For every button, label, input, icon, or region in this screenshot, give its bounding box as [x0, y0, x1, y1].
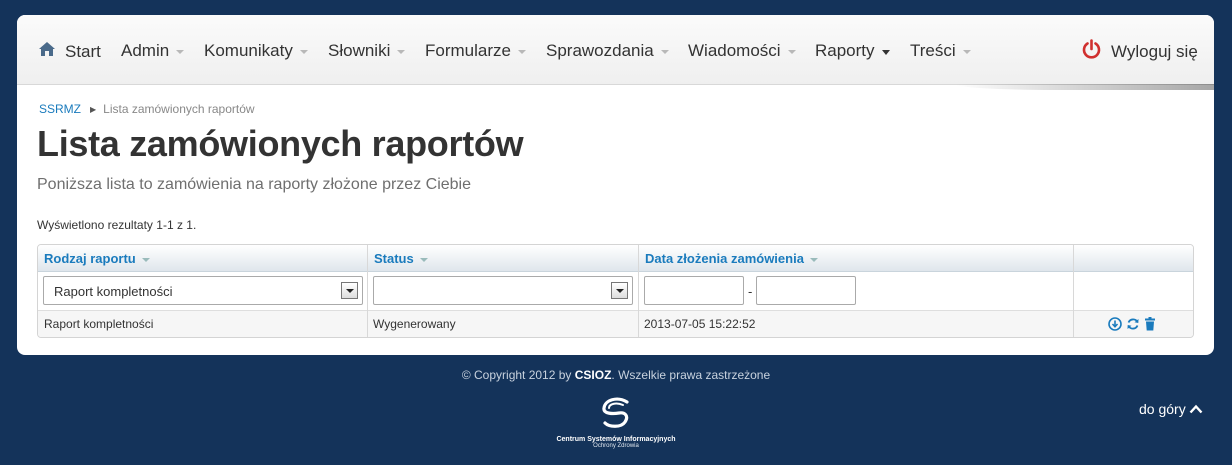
copyright-suffix: . Wszelkie prawa zastrzeżone [611, 368, 771, 382]
nav-item-start[interactable]: Start [38, 41, 101, 62]
refresh-icon[interactable] [1126, 317, 1140, 336]
chevron-down-icon [517, 50, 526, 54]
nav-item-label: Komunikaty [204, 41, 293, 60]
nav-item-raporty[interactable]: Raporty [815, 41, 890, 61]
nav-item-label: Formularze [425, 41, 511, 60]
column-header-label: Rodzaj raportu [44, 251, 136, 266]
nav-item-slowniki[interactable]: Słowniki [328, 41, 406, 61]
logout-button[interactable]: Wyloguj się [1081, 39, 1198, 65]
chevron-down-icon [787, 50, 796, 54]
nav-item-komunikaty[interactable]: Komunikaty [204, 41, 308, 61]
nav-item-label: Start [65, 41, 101, 61]
chevron-down-icon [660, 50, 669, 54]
back-to-top-label: do góry [1139, 401, 1186, 417]
trash-icon[interactable] [1144, 317, 1156, 336]
nav-item-label: Sprawozdania [546, 41, 654, 60]
table-row: Raport kompletności Wygenerowany 2013-07… [38, 311, 1193, 337]
status-filter-select[interactable] [373, 276, 633, 305]
cell-type: Raport kompletności [44, 317, 154, 331]
nav-item-wiadomosci[interactable]: Wiadomości [688, 41, 796, 61]
table-header: Rodzaj raportu Status Data złożenia zamó… [38, 245, 1193, 272]
footer-copyright: © Copyright 2012 by CSIOZ. Wszelkie praw… [0, 368, 1232, 382]
results-summary: Wyświetlono rezultaty 1-1 z 1. [37, 218, 197, 232]
content-panel: Start Admin Komunikaty Słowniki Formular… [17, 15, 1214, 355]
cell-status: Wygenerowany [373, 317, 456, 331]
breadcrumb-root-link[interactable]: SSRMZ [39, 102, 81, 116]
column-header-type[interactable]: Rodzaj raportu [44, 251, 150, 266]
navbar-shadow [954, 84, 1214, 90]
column-header-label: Data złożenia zamówienia [645, 251, 804, 266]
type-filter-select[interactable]: Raport kompletności [43, 276, 363, 305]
nav-item-label: Raporty [815, 41, 875, 60]
page-subtitle: Poniższa lista to zamówienia na raporty … [37, 176, 471, 193]
nav-item-tresci[interactable]: Treści [910, 41, 971, 61]
column-divider [367, 245, 368, 337]
nav-item-sprawozdania[interactable]: Sprawozdania [546, 41, 669, 61]
nav-item-label: Treści [910, 41, 956, 60]
back-to-top-link[interactable]: do góry [1139, 401, 1203, 417]
breadcrumb-separator-icon: ▶ [90, 104, 97, 114]
sort-icon [419, 257, 428, 262]
copyright-org: CSIOZ [574, 368, 612, 382]
navbar: Start Admin Komunikaty Słowniki Formular… [17, 15, 1214, 90]
page-title: Lista zamówionych raportów [37, 123, 524, 164]
breadcrumb: SSRMZ ▶ Lista zamówionych raportów [39, 102, 255, 116]
power-icon [1081, 39, 1102, 65]
dropdown-arrow-icon [341, 282, 358, 299]
column-header-status[interactable]: Status [374, 251, 428, 266]
chevron-down-icon [299, 50, 308, 54]
chevron-down-icon [176, 50, 185, 54]
chevron-down-icon [881, 49, 890, 55]
logo-line-2: Ochrony Zdrowia [593, 443, 639, 449]
nav-item-formularze[interactable]: Formularze [425, 41, 526, 61]
sort-icon [141, 257, 150, 262]
copyright-prefix: © Copyright 2012 by [461, 368, 575, 382]
breadcrumb-current: Lista zamówionych raportów [103, 102, 255, 116]
sort-icon [809, 257, 818, 262]
logo-line-1: Centrum Systemów Informacyjnych [556, 436, 676, 443]
date-from-input[interactable] [644, 276, 744, 305]
chevron-down-icon [962, 50, 971, 54]
column-header-date[interactable]: Data złożenia zamówienia [645, 251, 818, 266]
csioz-logo: Centrum Systemów Informacyjnych Ochrony … [551, 396, 681, 449]
reports-table: Rodzaj raportu Status Data złożenia zamó… [37, 244, 1194, 338]
nav-item-label: Wiadomości [688, 41, 781, 60]
download-icon[interactable] [1108, 317, 1122, 336]
row-actions [1108, 317, 1156, 336]
nav-item-admin[interactable]: Admin [121, 41, 185, 61]
nav-item-label: Admin [121, 41, 170, 60]
type-filter-value: Raport kompletności [54, 284, 173, 299]
date-range-separator: - [748, 284, 753, 299]
dropdown-arrow-icon [611, 282, 628, 299]
logout-label: Wyloguj się [1111, 42, 1198, 61]
column-header-label: Status [374, 251, 414, 266]
nav-item-label: Słowniki [328, 41, 391, 60]
column-divider [1073, 245, 1074, 337]
column-divider [638, 245, 639, 337]
chevron-down-icon [397, 50, 406, 54]
filter-row: Raport kompletności - [38, 272, 1193, 311]
chevron-up-icon [1189, 401, 1203, 417]
date-to-input[interactable] [756, 276, 856, 305]
csioz-logo-mark [602, 397, 629, 428]
cell-date: 2013-07-05 15:22:52 [644, 317, 756, 331]
home-icon [38, 41, 56, 62]
